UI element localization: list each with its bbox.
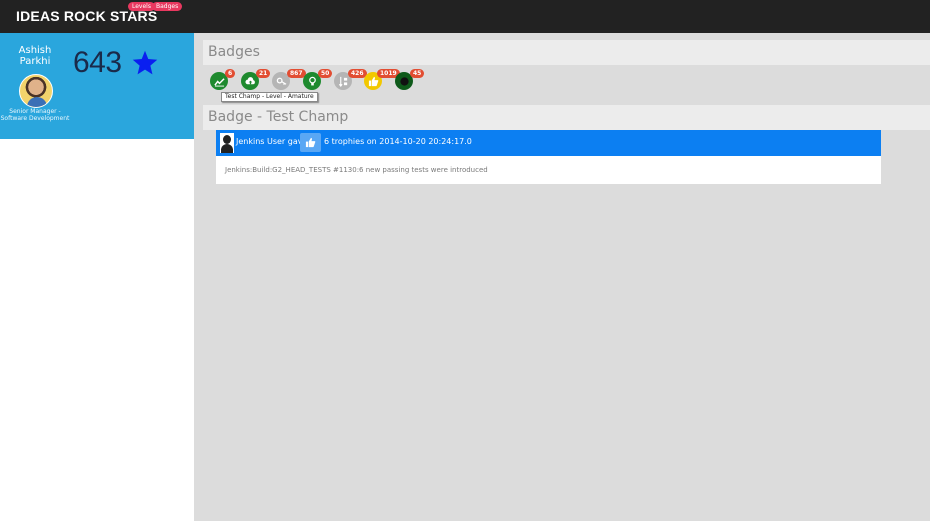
badge-count: 50	[318, 69, 333, 78]
jenkins-avatar-icon	[220, 133, 234, 153]
thumbs-up-button[interactable]	[300, 133, 321, 152]
activity-detail: Jenkins:Build:G2_HEAD_TESTS #1130:6 new …	[216, 156, 881, 184]
sidebar: Ashish Parkhi Senior Manager - Software …	[0, 33, 194, 521]
profile-name: Ashish Parkhi	[18, 45, 52, 67]
profile-title: Senior Manager - Software Development	[0, 108, 70, 122]
badge-count: 45	[410, 69, 425, 78]
activity-row[interactable]: Jenkins User gave 6 trophies on 2014-10-…	[216, 130, 881, 156]
profile-card: Ashish Parkhi Senior Manager - Software …	[0, 33, 194, 139]
points-total: 643	[73, 46, 122, 79]
badges-heading: Badges	[203, 40, 930, 65]
star-icon	[132, 50, 158, 75]
badge-tooltip: Test Champ - Level - Amature	[221, 92, 318, 102]
thumbs-up-icon	[305, 137, 316, 148]
badge-detail-heading: Badge - Test Champ	[203, 105, 930, 130]
activity-summary: 6 trophies on 2014-10-20 20:24:17.0	[324, 137, 472, 146]
badge-count: 6	[225, 69, 236, 78]
nav-badges-link[interactable]: Badges	[152, 2, 183, 11]
badge-count: 21	[256, 69, 271, 78]
activity-giver: Jenkins User gave	[236, 137, 308, 146]
nav-levels-link[interactable]: Levels	[128, 2, 155, 11]
avatar	[19, 74, 53, 108]
top-navbar: IDEAS ROCK STARS Levels Badges	[0, 0, 930, 33]
